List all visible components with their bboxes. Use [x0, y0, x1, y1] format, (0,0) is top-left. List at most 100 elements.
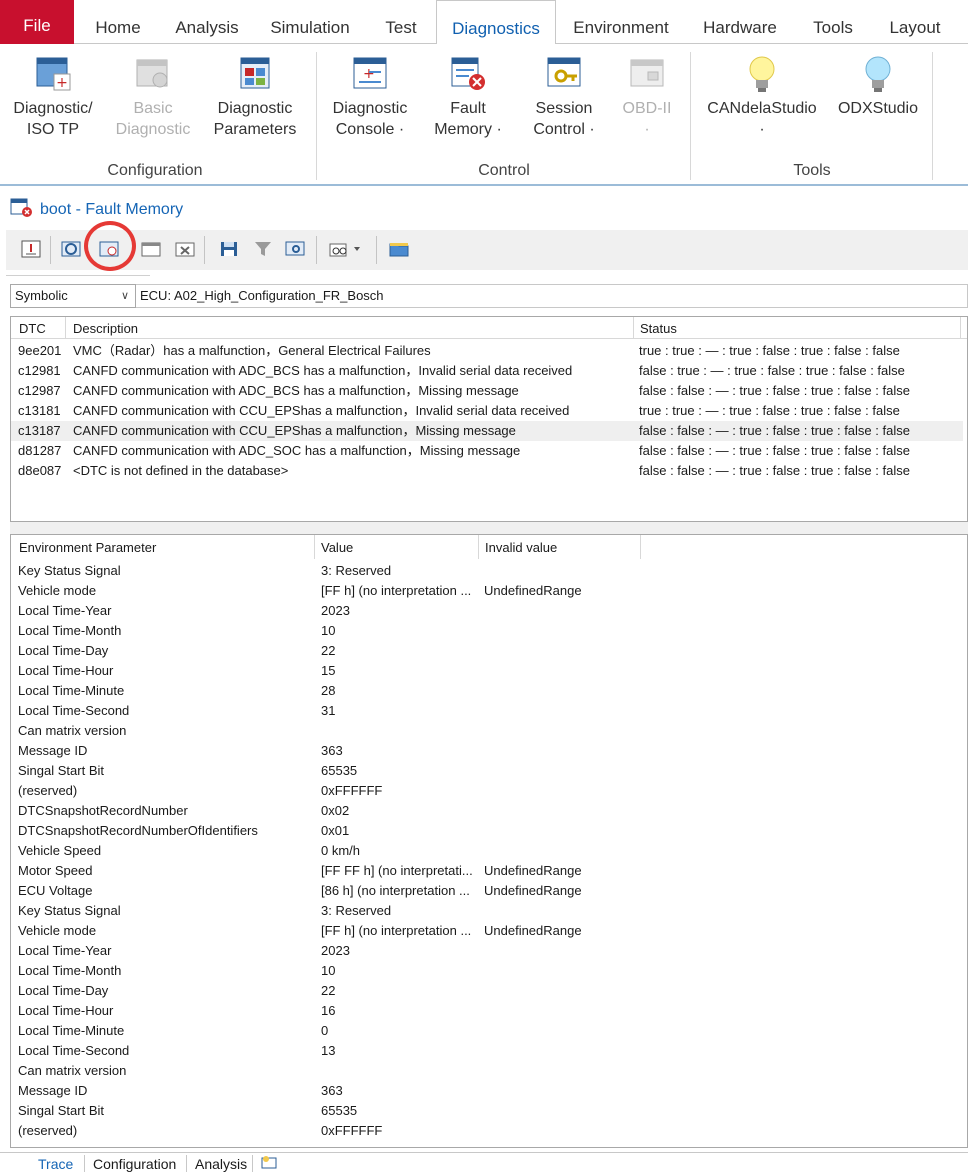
environment-row[interactable]: Can matrix version: [11, 1061, 963, 1081]
environment-row[interactable]: Local Time-Second 13: [11, 1041, 963, 1061]
tab-configuration[interactable]: Configuration: [84, 1155, 184, 1172]
environment-table-header: Environment Parameter Value Invalid valu…: [11, 535, 967, 559]
environment-row[interactable]: Local Time-Minute 0: [11, 1021, 963, 1041]
environment-row[interactable]: Local Time-Second 31: [11, 701, 963, 721]
basic-diagnostic-label-1: Basic: [133, 100, 173, 117]
environment-row[interactable]: (reserved) 0xFFFFFF: [11, 781, 963, 801]
filter-row: Symbolic ∨ ECU: A02_High_Configuration_F…: [6, 282, 968, 310]
dtc-row[interactable]: d81287 CANFD communication with ADC_SOC …: [11, 441, 963, 461]
tab-test[interactable]: Test: [372, 0, 430, 44]
dtc-status: false : false : — : true : false : true …: [639, 423, 910, 438]
session-control-icon: [545, 54, 583, 92]
environment-row[interactable]: Message ID 363: [11, 1081, 963, 1101]
odxstudio-button[interactable]: ODXStudio: [830, 54, 926, 119]
filter-icon[interactable]: [252, 239, 274, 259]
tab-layout[interactable]: Layout: [878, 0, 952, 44]
diagnostic-iso-tp-button[interactable]: + Diagnostic/ ISO TP: [4, 54, 102, 140]
environment-parameter-name: Local Time-Day: [18, 643, 109, 658]
environment-row[interactable]: Can matrix version: [11, 721, 963, 741]
tab-analysis-bottom[interactable]: Analysis: [186, 1155, 255, 1172]
new-tab-button[interactable]: [252, 1155, 282, 1172]
dtc-row[interactable]: c13181 CANFD communication with CCU_EPSh…: [11, 401, 963, 421]
refresh-icon[interactable]: [60, 239, 82, 259]
environment-row[interactable]: Local Time-Day 22: [11, 981, 963, 1001]
environment-row[interactable]: DTCSnapshotRecordNumberOfIdentifiers 0x01: [11, 821, 963, 841]
environment-parameter-name: Local Time-Minute: [18, 1023, 125, 1038]
tab-trace[interactable]: Trace: [30, 1155, 81, 1172]
column-divider: [65, 317, 66, 339]
column-header-dtc[interactable]: DTC: [13, 317, 65, 339]
environment-row[interactable]: Local Time-Hour 15: [11, 661, 963, 681]
tab-simulation[interactable]: Simulation: [262, 0, 358, 44]
environment-parameter-name: Local Time-Second: [18, 703, 130, 718]
folder-icon[interactable]: [388, 239, 410, 259]
environment-row[interactable]: Local Time-Day 22: [11, 641, 963, 661]
basic-diagnostic-button[interactable]: Basic Diagnostic: [110, 54, 196, 140]
environment-parameter-value: 0 km/h: [321, 843, 361, 858]
window-icon[interactable]: [140, 239, 162, 259]
dtc-status: false : true : — : true : false : true :…: [639, 363, 905, 378]
environment-row[interactable]: Singal Start Bit 65535: [11, 1101, 963, 1121]
environment-table: Environment Parameter Value Invalid valu…: [10, 534, 968, 1148]
environment-row[interactable]: Local Time-Year 2023: [11, 941, 963, 961]
tab-analysis[interactable]: Analysis: [166, 0, 248, 44]
read-dtc-icon[interactable]: [20, 239, 42, 259]
environment-row[interactable]: Key Status Signal 3: Reserved: [11, 901, 963, 921]
fault-memory-icon: [449, 54, 487, 92]
environment-row[interactable]: Local Time-Hour 16: [11, 1001, 963, 1021]
environment-parameter-invalid: UndefinedRange: [484, 883, 582, 898]
save-icon[interactable]: [218, 239, 240, 259]
environment-row[interactable]: Local Time-Minute 28: [11, 681, 963, 701]
environment-row[interactable]: Vehicle Speed 0 km/h: [11, 841, 963, 861]
environment-parameter-value: 16: [321, 1003, 336, 1018]
environment-row[interactable]: DTCSnapshotRecordNumber 0x02: [11, 801, 963, 821]
delete-window-icon[interactable]: [174, 239, 196, 259]
tab-home[interactable]: Home: [84, 0, 152, 44]
environment-parameter-name: DTCSnapshotRecordNumber: [18, 803, 188, 818]
tab-environment[interactable]: Environment: [562, 0, 680, 44]
tab-diagnostics[interactable]: Diagnostics: [436, 0, 556, 45]
environment-row[interactable]: Vehicle mode [FF h] (no interpretation ..…: [11, 921, 963, 941]
session-control-button[interactable]: Session Control ·: [520, 54, 608, 140]
environment-row[interactable]: ECU Voltage [86 h] (no interpretation ...…: [11, 881, 963, 901]
candelastudio-button[interactable]: CANdelaStudio ·: [700, 54, 824, 140]
column-header-value[interactable]: Value: [315, 535, 477, 559]
pane-splitter[interactable]: [10, 522, 968, 534]
environment-row[interactable]: Vehicle mode [FF h] (no interpretation ..…: [11, 581, 963, 601]
dtc-row-selected[interactable]: c13187 CANFD communication with CCU_EPSh…: [11, 421, 963, 441]
highlight-circle-annotation: [84, 221, 136, 271]
environment-row[interactable]: Motor Speed [FF FF h] (no interpretati...…: [11, 861, 963, 881]
environment-parameter-name: Local Time-Year: [18, 603, 112, 618]
environment-row[interactable]: Local Time-Month 10: [11, 961, 963, 981]
tab-tools[interactable]: Tools: [802, 0, 864, 44]
column-header-status[interactable]: Status: [634, 317, 960, 339]
obd2-button[interactable]: OBD-II ·: [612, 54, 682, 140]
display-mode-select[interactable]: Symbolic ∨: [10, 284, 136, 308]
environment-row[interactable]: Singal Start Bit 65535: [11, 761, 963, 781]
environment-row[interactable]: Key Status Signal 3: Reserved: [11, 561, 963, 581]
column-header-description[interactable]: Description: [67, 317, 633, 339]
ecu-label: ECU: A02_High_Configuration_FR_Bosch: [136, 284, 968, 308]
column-header-invalid-value[interactable]: Invalid value: [479, 535, 639, 559]
environment-row[interactable]: Local Time-Month 10: [11, 621, 963, 641]
environment-row[interactable]: (reserved) 0xFFFFFF: [11, 1121, 963, 1141]
dtc-row[interactable]: d8e087 <DTC is not defined in the databa…: [11, 461, 963, 481]
search-window-icon[interactable]: [284, 239, 306, 259]
dtc-row[interactable]: c12987 CANFD communication with ADC_BCS …: [11, 381, 963, 401]
diagnostic-console-button[interactable]: + Diagnostic Console ·: [324, 54, 416, 140]
dtc-row[interactable]: c12981 CANFD communication with ADC_BCS …: [11, 361, 963, 381]
environment-parameter-value: [FF h] (no interpretation ...: [321, 583, 472, 598]
environment-parameter-name: Singal Start Bit: [18, 1103, 104, 1118]
scissors-dropdown-icon[interactable]: [328, 239, 364, 259]
environment-parameter-name: ECU Voltage: [18, 883, 93, 898]
dtc-row[interactable]: 9ee201 VMC（Radar）has a malfunction，Gener…: [11, 341, 963, 361]
diagnostic-parameters-button[interactable]: Diagnostic Parameters: [206, 54, 304, 140]
tab-file[interactable]: File: [0, 0, 74, 44]
column-header-environment-parameter[interactable]: Environment Parameter: [13, 535, 313, 559]
tab-hardware[interactable]: Hardware: [694, 0, 786, 44]
environment-parameter-name: Vehicle mode: [18, 923, 97, 938]
dtc-description: CANFD communication with ADC_SOC has a m…: [73, 443, 521, 458]
environment-row[interactable]: Local Time-Year 2023: [11, 601, 963, 621]
environment-row[interactable]: Message ID 363: [11, 741, 963, 761]
fault-memory-button[interactable]: Fault Memory ·: [424, 54, 512, 140]
